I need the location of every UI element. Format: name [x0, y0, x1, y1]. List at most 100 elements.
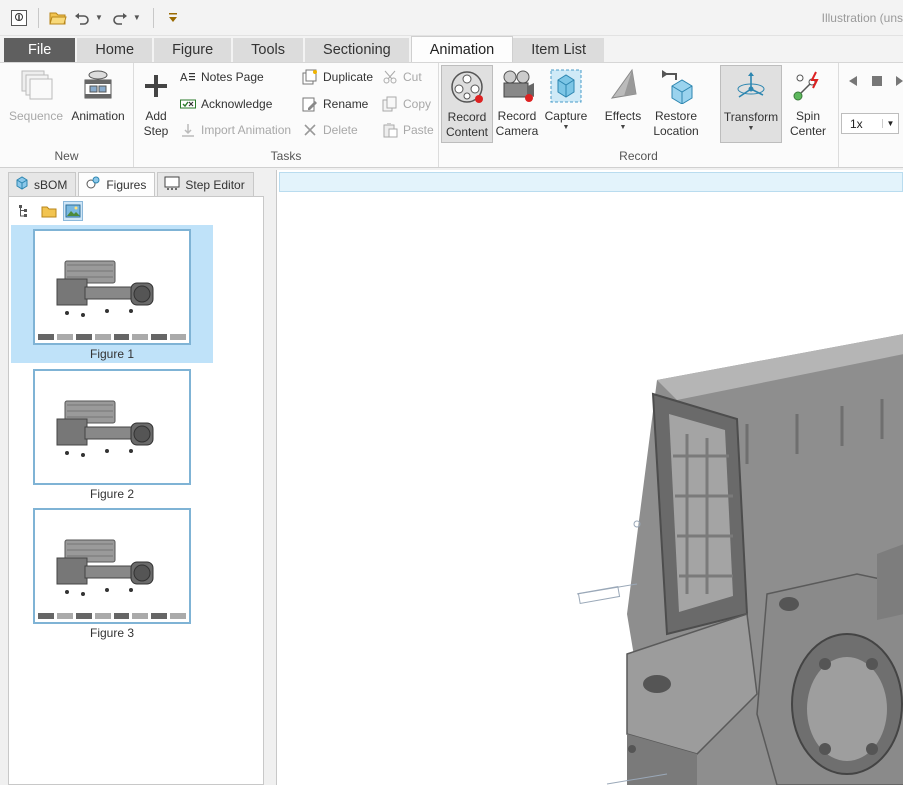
- group-label-tasks: Tasks: [270, 149, 302, 163]
- figure-label: Figure 2: [89, 487, 135, 501]
- app-icon[interactable]: [8, 7, 30, 29]
- acknowledge-button[interactable]: Acknowledge: [180, 93, 272, 115]
- folder-icon[interactable]: [39, 201, 59, 221]
- notes-page-icon: A: [180, 69, 196, 85]
- stop-icon[interactable]: [871, 75, 883, 90]
- record-camera-icon: [497, 67, 537, 105]
- pump-thumbnail-image: [56, 260, 154, 317]
- spin-center-button[interactable]: Spin Center: [782, 65, 834, 143]
- acknowledge-label: Acknowledge: [201, 97, 273, 111]
- tab-sbom[interactable]: sBOM: [8, 172, 77, 196]
- add-step-label-1: Add: [145, 109, 167, 123]
- previous-icon[interactable]: [847, 75, 859, 90]
- effects-button[interactable]: Effects ▼: [599, 65, 647, 143]
- paste-icon: [382, 122, 398, 138]
- ribbon-tabs: File Home Figure Tools Sectioning Animat…: [0, 36, 903, 62]
- tab-figures-label: Figures: [106, 177, 147, 192]
- quick-access-toolbar: ▼ ▼: [0, 0, 184, 36]
- figure-label: Figure 3: [89, 626, 135, 640]
- redo-dropdown-icon[interactable]: ▼: [133, 13, 141, 22]
- tab-sbom-label: sBOM: [34, 177, 68, 192]
- redo-icon[interactable]: [109, 7, 131, 29]
- figure-card[interactable]: Figure 1: [11, 225, 213, 363]
- cut-button[interactable]: Cut: [382, 66, 422, 88]
- pump-thumbnail-image: [56, 539, 154, 596]
- open-icon[interactable]: [47, 7, 69, 29]
- duplicate-button[interactable]: Duplicate: [302, 66, 373, 88]
- tab-figure[interactable]: Figure: [154, 38, 234, 62]
- figure-thumbnail: [33, 229, 191, 345]
- play-icon[interactable]: [895, 75, 903, 90]
- chevron-down-icon: ▼: [882, 119, 898, 128]
- tab-step-editor[interactable]: Step Editor: [157, 172, 254, 196]
- delete-label: Delete: [323, 123, 358, 137]
- figure-filmstrip: [38, 613, 186, 619]
- group-playback: 1x ▼: [839, 63, 903, 167]
- restore-location-button[interactable]: Restore Location: [647, 65, 705, 143]
- tab-item-list[interactable]: Item List: [513, 38, 607, 62]
- import-animation-label: Import Animation: [201, 123, 292, 137]
- add-step-button[interactable]: Add Step: [134, 65, 178, 143]
- import-animation-button[interactable]: Import Animation: [180, 119, 291, 141]
- delete-button[interactable]: Delete: [302, 119, 358, 141]
- tab-home[interactable]: Home: [77, 38, 155, 62]
- svg-text:A: A: [180, 71, 188, 84]
- notes-page-button[interactable]: A Notes Page: [180, 66, 264, 88]
- sbom-icon: [15, 176, 29, 193]
- record-camera-label-1: Record: [497, 109, 537, 123]
- tab-file[interactable]: File: [4, 38, 78, 62]
- duplicate-icon: [302, 69, 318, 85]
- transform-label: Transform: [723, 110, 779, 124]
- animation-button[interactable]: Animation: [68, 65, 128, 143]
- rename-label: Rename: [323, 97, 369, 111]
- figure-card[interactable]: Figure 3: [11, 504, 213, 642]
- paste-label: Paste: [403, 123, 434, 137]
- undo-icon[interactable]: [71, 7, 93, 29]
- animation-icon: [78, 67, 118, 105]
- group-label-record: Record: [619, 149, 658, 163]
- tree-view-icon[interactable]: [15, 201, 35, 221]
- title-bar: ▼ ▼ Illustration (uns: [0, 0, 903, 36]
- figures-icon: [85, 176, 101, 193]
- tab-step-editor-label: Step Editor: [185, 177, 245, 192]
- figure-thumbnail: [33, 369, 191, 485]
- copy-label: Copy: [403, 97, 432, 111]
- paste-button[interactable]: Paste: [382, 119, 434, 141]
- record-content-button[interactable]: Record Content: [441, 65, 493, 143]
- record-content-label-1: Record: [447, 110, 487, 124]
- capture-icon: [546, 67, 586, 105]
- capture-label: Capture: [544, 109, 588, 123]
- tab-sectioning[interactable]: Sectioning: [305, 38, 411, 62]
- spin-center-icon: [788, 67, 828, 105]
- 3d-viewport[interactable]: [276, 170, 903, 785]
- pump-thumbnail-image: [56, 400, 154, 457]
- customize-icon[interactable]: [162, 7, 184, 29]
- group-tasks: Add Step A Notes Page Acknowledge Import…: [134, 63, 439, 167]
- undo-dropdown-icon[interactable]: ▼: [95, 13, 103, 22]
- capture-button[interactable]: Capture ▼: [541, 65, 591, 143]
- pump-model-render: [576, 334, 903, 785]
- rename-button[interactable]: Rename: [302, 93, 368, 115]
- copy-button[interactable]: Copy: [382, 93, 431, 115]
- transform-icon: [731, 68, 771, 106]
- tab-animation[interactable]: Animation: [410, 36, 514, 62]
- speed-select[interactable]: 1x ▼: [841, 113, 899, 134]
- sequence-button[interactable]: Sequence: [6, 65, 66, 143]
- record-camera-label-2: Camera: [495, 124, 539, 138]
- group-label-new: New: [54, 149, 79, 163]
- tab-tools[interactable]: Tools: [233, 38, 306, 62]
- rename-icon: [302, 96, 318, 112]
- animation-label: Animation: [71, 109, 125, 123]
- import-animation-icon: [180, 122, 196, 138]
- panel-tabs: sBOM Figures Step Editor: [8, 172, 256, 196]
- thumbnail-view-icon[interactable]: [63, 201, 83, 221]
- step-editor-icon: [164, 176, 180, 193]
- notes-page-label: Notes Page: [201, 70, 264, 84]
- figure-card[interactable]: Figure 2: [11, 365, 213, 503]
- tab-figures[interactable]: Figures: [78, 172, 156, 196]
- record-camera-button[interactable]: Record Camera: [493, 65, 541, 143]
- figure-label: Figure 1: [89, 347, 135, 361]
- sequence-icon: [16, 67, 56, 105]
- figures-panel: Figure 1 Figure 2 Figure 3: [8, 196, 264, 785]
- transform-button[interactable]: Transform ▼: [720, 65, 782, 143]
